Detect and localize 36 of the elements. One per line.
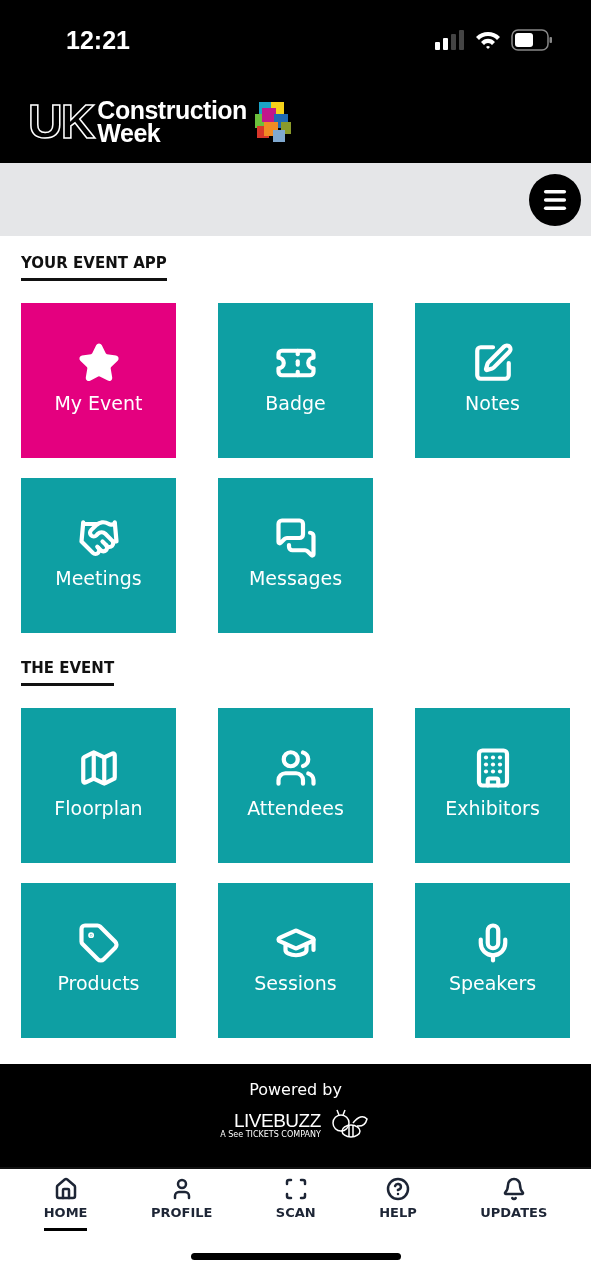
nav-tab[interactable]: PROFILE	[150, 1177, 213, 1231]
menu-tile[interactable]: Meetings	[21, 478, 176, 633]
logo-name: Construction	[97, 99, 247, 122]
star-icon	[77, 341, 120, 384]
section-heading: THE EVENT	[21, 659, 115, 686]
powered-by-text: Powered by	[249, 1080, 342, 1099]
home-icon	[53, 1177, 78, 1201]
brand-name: LIVEBUZZ	[233, 1111, 321, 1130]
scan-icon	[283, 1177, 308, 1201]
menu-tile[interactable]: Badge	[218, 303, 373, 458]
help-icon	[385, 1177, 410, 1201]
menu-tile[interactable]: Exhibitors	[415, 708, 570, 863]
battery-icon	[511, 29, 553, 51]
nav-tab[interactable]: UPDATES	[480, 1177, 548, 1231]
menu-tile[interactable]: Notes	[415, 303, 570, 458]
menu-tile[interactable]: Attendees	[218, 708, 373, 863]
nav-tab[interactable]: HELP	[379, 1177, 417, 1231]
signal-icon	[435, 30, 465, 50]
brand-tagline: A See TICKETS COMPANY	[220, 1130, 321, 1139]
menu-tile[interactable]: Messages	[218, 478, 373, 633]
menu-tile[interactable]: Sessions	[218, 883, 373, 1038]
wifi-icon	[475, 30, 501, 50]
bell-icon	[501, 1177, 526, 1201]
section-heading: YOUR EVENT APP	[21, 254, 167, 281]
status-time: 12:21	[66, 25, 130, 55]
menu-tile[interactable]: Speakers	[415, 883, 570, 1038]
menu-tile[interactable]: Floorplan	[21, 708, 176, 863]
nav-tab[interactable]: HOME	[43, 1177, 88, 1231]
logo-mark: UK	[28, 97, 94, 146]
menu-tile[interactable]: My Event	[21, 303, 176, 458]
menu-button[interactable]	[529, 173, 581, 226]
logo-subname: Week	[97, 121, 161, 144]
chat-bubbles-icon	[274, 516, 317, 559]
menu-tile[interactable]: Products	[21, 883, 176, 1038]
tag-icon	[77, 921, 120, 964]
nav-tab[interactable]: SCAN	[275, 1177, 316, 1231]
